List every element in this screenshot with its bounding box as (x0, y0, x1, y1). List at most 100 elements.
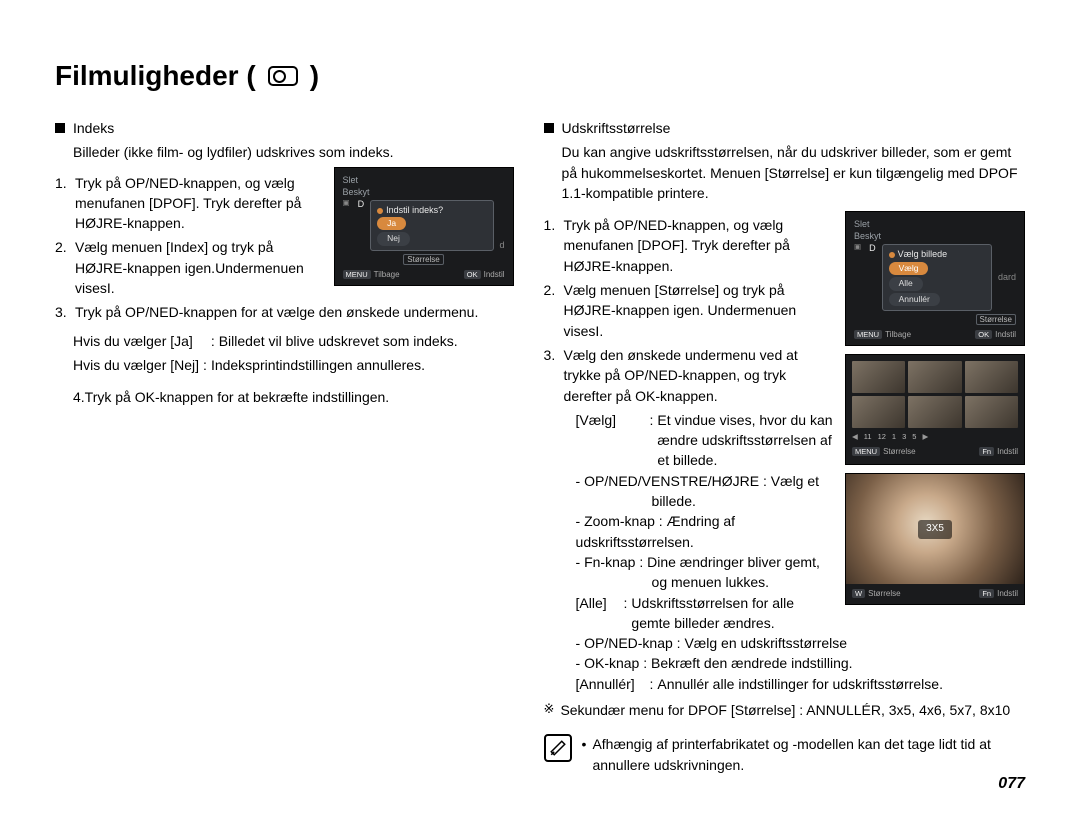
left-step3: Tryk på OP/NED-knappen for at vælge den … (75, 302, 478, 322)
lcd-foot-left: Tilbage (885, 330, 911, 339)
square-bullet-icon (55, 123, 65, 133)
opt-vaelg-val: Et vindue vises, hvor du kan ændre udskr… (657, 410, 835, 471)
step-number: 3. (55, 302, 69, 322)
hvis-nej-label: Hvis du vælger [Nej] (73, 355, 199, 375)
page-number: 077 (998, 775, 1025, 793)
lcd-menu-item: Beskyt (343, 186, 505, 198)
left-column: Indeks Billeder (ikke film- og lydfiler)… (55, 118, 514, 775)
page-title: Filmuligheder ( (55, 60, 256, 92)
lcd-d-glyph: D (869, 242, 876, 254)
left-step4: 4.Tryk på OK-knappen for at bekræfte ind… (55, 387, 514, 407)
hvis-ja-label: Hvis du vælger [Ja] (73, 331, 193, 351)
photo-fn-button: Fn (979, 589, 994, 598)
right-intro: Du kan angive udskriftsstørrelsen, når d… (544, 142, 1025, 203)
opt-alle-val: Udskriftsstørrelsen for alle gemte bille… (631, 593, 835, 634)
hvis-ja-val: Billedet vil blive udskrevet som indeks. (219, 331, 514, 351)
thumb-num: 11 (864, 432, 872, 443)
sub-ok: OK-knap : Bekræft den ændrede indstillin… (584, 655, 852, 671)
lcd-ok-button: OK (464, 270, 481, 279)
lcd-prompt: Indstil indeks? (386, 205, 443, 215)
lcd-prompt: Vælg billede (898, 249, 948, 259)
page-title-row: Filmuligheder ( ) (55, 60, 1025, 92)
thumb-num: 5 (912, 432, 916, 443)
note-pencil-icon (544, 734, 572, 762)
left-step2: Vælg menuen [Index] og tryk på HØJRE-kna… (75, 237, 324, 298)
lcd-ok-button: OK (975, 330, 992, 339)
lcd-menu-button: MENU (854, 330, 882, 339)
opt-ann-val: Annullér alle indstillinger for udskrift… (657, 674, 943, 694)
thumb-zoom-button: MENU (852, 447, 880, 456)
thumb-foot-left: Størrelse (883, 447, 915, 456)
secondary-menu-note: Sekundær menu for DPOF [Størrelse] : ANN… (560, 700, 1010, 720)
lcd-option-no: Nej (377, 232, 410, 245)
lcd-top-label: Størrelse (976, 314, 1016, 325)
step-number: 1. (544, 215, 558, 276)
photo-foot-left: Størrelse (868, 589, 900, 598)
square-bullet-icon (544, 123, 554, 133)
lcd-foot-right: Indstil (484, 270, 505, 279)
thumbnail (852, 361, 905, 393)
lcd-foot-left: Tilbage (374, 270, 400, 279)
thumb-foot-right: Indstil (997, 447, 1018, 456)
left-step1: Tryk på OP/NED-knappen, og vælg menufane… (75, 173, 324, 234)
photo-zoom-button: W (852, 589, 865, 598)
thumbnail (965, 361, 1018, 393)
sub-opned: OP/NED/VENSTRE/HØJRE : Vælg et (584, 473, 819, 489)
right-step3: Vælg den ønskede undermenu ved at trykke… (564, 345, 835, 406)
right-lcd-screenshots: Slet Beskyt ▣ D Vælg billede Vælg Alle A… (845, 211, 1025, 605)
thumbnail (852, 396, 905, 428)
lcd-menu-item: Slet (343, 174, 505, 186)
chevron-left-icon: ◀ (852, 432, 858, 443)
size-tag: 3X5 (918, 520, 952, 539)
step-number: 2. (544, 280, 558, 341)
lcd-menu-item: Slet (854, 218, 1016, 230)
right-step1: Tryk på OP/NED-knappen, og vælg menufane… (564, 215, 835, 276)
thumbnail (908, 396, 961, 428)
lcd-option-all: Alle (889, 277, 923, 290)
thumb-num: 12 (878, 432, 886, 443)
step-number: 3. (544, 345, 558, 406)
lcd-option-cancel: Annullér (889, 293, 940, 306)
right-section-title: Udskriftsstørrelse (562, 118, 671, 138)
thumb-num: 3 (902, 432, 906, 443)
lcd-option-yes: Ja (377, 217, 406, 230)
sub-opned-b: billede. (652, 493, 696, 509)
printer-note: Afhængig af printerfabrikatet og -modell… (592, 734, 1025, 775)
thumbnail (965, 396, 1018, 428)
hvis-nej-val: Indeksprintindstillingen annulleres. (211, 355, 514, 375)
right-column: Udskriftsstørrelse Du kan angive udskrif… (544, 118, 1025, 775)
left-lcd-screenshot: Slet Beskyt ▣ D Indstil indeks? Ja Nej d… (334, 167, 514, 286)
step-number: 1. (55, 173, 69, 234)
sub-opned2: OP/NED-knap : Vælg en udskriftsstørrelse (584, 635, 847, 651)
opt-ann-label: [Annullér] (576, 674, 650, 694)
bullet-dot-icon: • (582, 734, 587, 775)
left-section-title: Indeks (73, 118, 114, 138)
opt-alle-label: [Alle] (576, 593, 624, 634)
photo-preview: 3X5 (846, 474, 1024, 584)
camera-dpof-icon (268, 66, 298, 86)
lcd-foot-right: Indstil (995, 330, 1016, 339)
page-title-close: ) (310, 60, 319, 92)
info-dot-icon (377, 208, 383, 214)
sub-fn: Fn-knap : Dine ændringer bliver gemt, (584, 554, 820, 570)
camera-glyph-icon: ▣ (854, 242, 861, 252)
reference-mark-icon: ※ (544, 700, 555, 720)
thumb-num: 1 (892, 432, 896, 443)
step-number: 2. (55, 237, 69, 298)
lcd-side-right: dard (998, 271, 1016, 283)
single-photo-screenshot: 3X5 WStørrelse FnIndstil (845, 473, 1025, 605)
lcd-option-size: Størrelse (403, 254, 443, 265)
left-intro: Billeder (ikke film- og lydfiler) udskri… (55, 142, 514, 162)
lcd-menu-item: Beskyt (854, 230, 1016, 242)
sub-fn-b: og menuen lukkes. (652, 574, 770, 590)
lcd-option-select: Vælg (889, 262, 929, 275)
lcd-side-glyph: d (500, 239, 505, 251)
camera-glyph-icon: ▣ (343, 198, 350, 208)
info-dot-icon (889, 252, 895, 258)
photo-foot-right: Indstil (997, 589, 1018, 598)
sub-zoom: Zoom-knap : Ændring af udskriftsstørrels… (576, 513, 736, 549)
right-step2: Vælg menuen [Størrelse] og tryk på HØJRE… (564, 280, 835, 341)
opt-vaelg-label: [Vælg] (576, 410, 650, 471)
thumbnail (908, 361, 961, 393)
chevron-right-icon: ▶ (922, 432, 928, 443)
